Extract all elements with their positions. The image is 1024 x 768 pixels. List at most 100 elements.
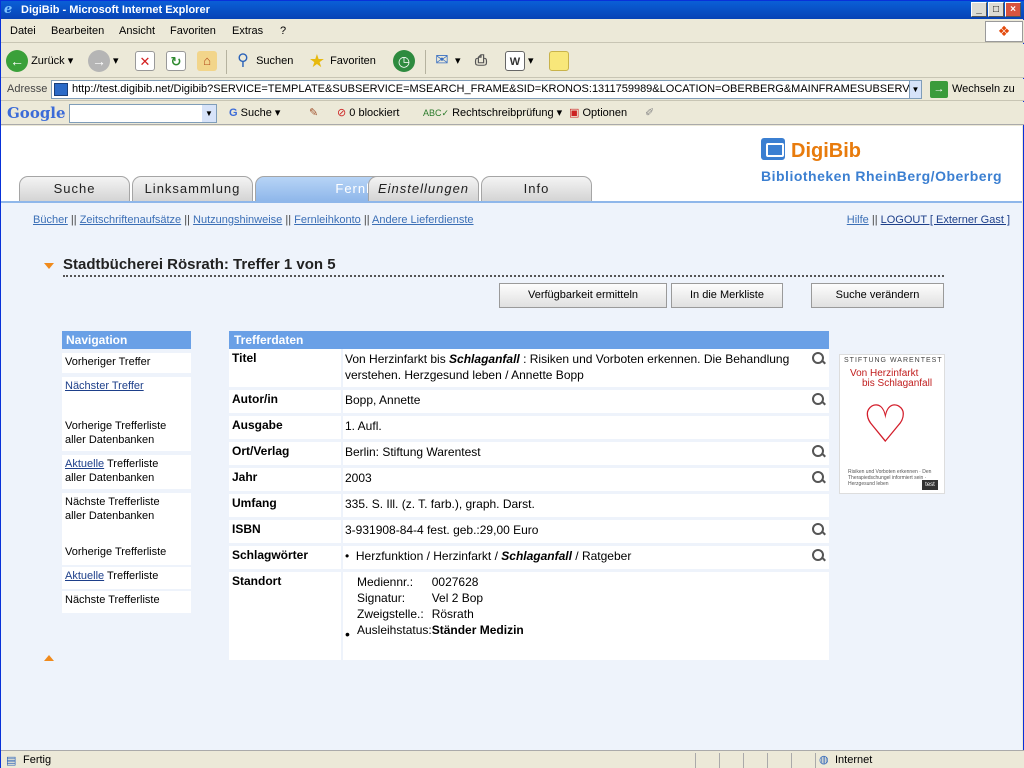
google-search-button[interactable]: G Suche ▾ <box>229 106 280 119</box>
book-cover[interactable]: STIFTUNG WARENTEST Von Herzinfarkt bis Sc… <box>839 354 945 494</box>
tab-einstellungen[interactable]: Einstellungen <box>368 176 479 201</box>
nav-cur-all-sub: aller Datenbanken <box>65 472 155 484</box>
schlag-post: / Ratgeber <box>571 549 632 563</box>
isbn-label: ISBN <box>232 522 261 536</box>
titel-highlight: Schlaganfall <box>449 352 520 366</box>
pencil-icon[interactable]: ✐ <box>645 106 654 119</box>
heart-icon: ♡ <box>862 396 909 454</box>
maximize-button[interactable]: □ <box>988 2 1004 17</box>
zoom-icon[interactable] <box>811 522 826 537</box>
security-zone: Internet <box>835 754 873 766</box>
spellcheck-button[interactable]: ABC✓ Rechtschreibprüfung ▾ <box>423 106 562 119</box>
tab-info[interactable]: Info <box>481 176 592 201</box>
jahr-label: Jahr <box>232 470 258 484</box>
mednr-label: Mediennr.: <box>357 575 414 589</box>
row-ausgabe: Ausgabe 1. Aufl. <box>229 416 829 441</box>
link-andere-lieferdienste[interactable]: Andere Lieferdienste <box>372 214 474 226</box>
nav-next-all-label: Nächste Trefferliste <box>65 496 160 508</box>
cover-publisher: STIFTUNG WARENTEST <box>844 357 943 364</box>
zoom-icon[interactable] <box>811 470 826 485</box>
merkliste-button[interactable]: In die Merkliste <box>671 283 783 308</box>
row-umfang: Umfang 335. S. Ill. (z. T. farb.), graph… <box>229 494 829 519</box>
nav-cur-all-link[interactable]: Aktuelle <box>65 458 104 470</box>
zweig-value: Rösrath <box>431 607 474 621</box>
menu-ansicht[interactable]: Ansicht <box>119 25 155 37</box>
ausgabe-label: Ausgabe <box>232 418 283 432</box>
google-logo-text: Google <box>7 104 66 122</box>
zoom-icon[interactable] <box>811 444 826 459</box>
collapse-arrow-icon[interactable] <box>44 263 54 269</box>
nav-next-list-label: Nächste Trefferliste <box>65 594 160 606</box>
go-label: Wechseln zu <box>952 83 1015 95</box>
signatur-label: Signatur: <box>357 591 406 605</box>
menu-datei[interactable]: Datei <box>10 25 36 37</box>
zoom-icon[interactable] <box>811 392 826 407</box>
tab-suche[interactable]: Suche <box>19 176 130 201</box>
history-icon: ◷ <box>393 50 415 73</box>
status-cell <box>719 753 741 768</box>
google-search-input[interactable]: ▼ <box>69 104 217 123</box>
favorites-button[interactable]: ★ Favoriten <box>307 50 376 74</box>
spellcheck-icon: ABC✓ <box>423 108 450 118</box>
home-button[interactable]: ⌂ <box>197 50 217 74</box>
menu-help[interactable]: ? <box>280 25 286 37</box>
menu-favoriten[interactable]: Favoriten <box>170 25 216 37</box>
menu-bearbeiten[interactable]: Bearbeiten <box>51 25 104 37</box>
cover-title-2: bis Schlaganfall <box>862 378 933 389</box>
mail-button[interactable]: ✉ ▾ <box>432 50 460 74</box>
messenger-button[interactable] <box>549 50 569 74</box>
address-input[interactable]: http://test.digibib.net/Digibib?SERVICE=… <box>51 80 922 99</box>
link-fernleihkonto[interactable]: Fernleihkonto <box>294 214 361 226</box>
zoom-icon[interactable] <box>811 548 826 563</box>
mednr-value: 0027628 <box>431 575 479 589</box>
account-links: Hilfe || LOGOUT [ Externer Gast ] <box>846 214 1010 226</box>
block-icon: ⊘ <box>337 107 347 119</box>
history-button[interactable]: ◷ <box>393 50 415 74</box>
browser-window: e DigiBib - Microsoft Internet Explorer … <box>0 0 1024 768</box>
link-hilfe[interactable]: Hilfe <box>847 214 869 226</box>
nav-cur-all: Aktuelle Trefferliste aller Datenbanken <box>62 455 191 489</box>
google-logo[interactable]: Google ▾ <box>7 104 75 122</box>
google-toolbar: Google ▾ ▼ G Suche ▾ ✎ ⊘ 0 blockiert ABC… <box>1 102 1024 125</box>
options-button[interactable]: ▣ Optionen <box>569 106 627 119</box>
back-button[interactable]: ← Zurück ▾ <box>6 50 73 74</box>
chevron-down-icon[interactable]: ▼ <box>202 105 216 122</box>
nav-next-hit-link[interactable]: Nächster Treffer <box>65 380 144 392</box>
refresh-button[interactable]: ↻ <box>166 50 186 74</box>
titel-label: Titel <box>232 351 257 365</box>
minimize-button[interactable]: _ <box>971 2 987 17</box>
mail-icon: ✉ <box>435 52 449 70</box>
tab-linksammlung[interactable]: Linksammlung <box>132 176 253 201</box>
schlag-highlight: Schlaganfall <box>501 549 572 563</box>
close-button[interactable]: × <box>1005 2 1021 17</box>
nav-prev-all-sub: aller Datenbanken <box>65 434 155 446</box>
verfuegbarkeit-button[interactable]: Verfügbarkeit ermitteln <box>499 283 667 308</box>
nav-prev-list-label: Vorherige Trefferliste <box>65 546 167 558</box>
scroll-top-arrow-icon[interactable] <box>44 655 54 661</box>
stop-button[interactable]: ✕ <box>135 50 155 74</box>
search-button[interactable]: ⚲ Suchen <box>233 50 293 74</box>
go-button[interactable]: → Wechseln zu <box>930 81 1015 98</box>
address-dropdown-icon[interactable]: ▼ <box>909 81 921 98</box>
standort-label: Standort <box>232 574 282 588</box>
link-nutzungshinweise[interactable]: Nutzungshinweise <box>193 214 282 226</box>
link-buecher[interactable]: Bücher <box>33 214 68 226</box>
edit-button[interactable]: W ▾ <box>505 50 534 74</box>
forward-button[interactable]: → ▾ <box>88 50 119 74</box>
print-button[interactable]: ⎙ <box>471 50 491 74</box>
digibib-logo-icon <box>761 138 785 160</box>
zoom-icon[interactable] <box>811 351 826 366</box>
ausleih-label: Ausleihstatus: <box>357 623 432 637</box>
menu-extras[interactable]: Extras <box>232 25 263 37</box>
link-zeitschriftenaufsaetze[interactable]: Zeitschriftenaufsätze <box>80 214 182 226</box>
schlag-value: • Herzfunktion / Herzinfarkt / Schlaganf… <box>345 549 632 563</box>
jahr-value: 2003 <box>345 471 372 485</box>
nav-cur-list-link[interactable]: Aktuelle <box>65 570 104 582</box>
news-icon[interactable]: ✎ <box>309 106 318 119</box>
status-cell <box>695 753 717 768</box>
link-logout[interactable]: LOGOUT [ Externer Gast ] <box>881 214 1010 226</box>
options-label: Optionen <box>582 107 628 119</box>
popup-blocker[interactable]: ⊘ 0 blockiert <box>337 106 399 119</box>
nav-prev-all: Vorherige Trefferliste aller Datenbanken <box>62 417 191 451</box>
suche-veraendern-button[interactable]: Suche verändern <box>811 283 944 308</box>
